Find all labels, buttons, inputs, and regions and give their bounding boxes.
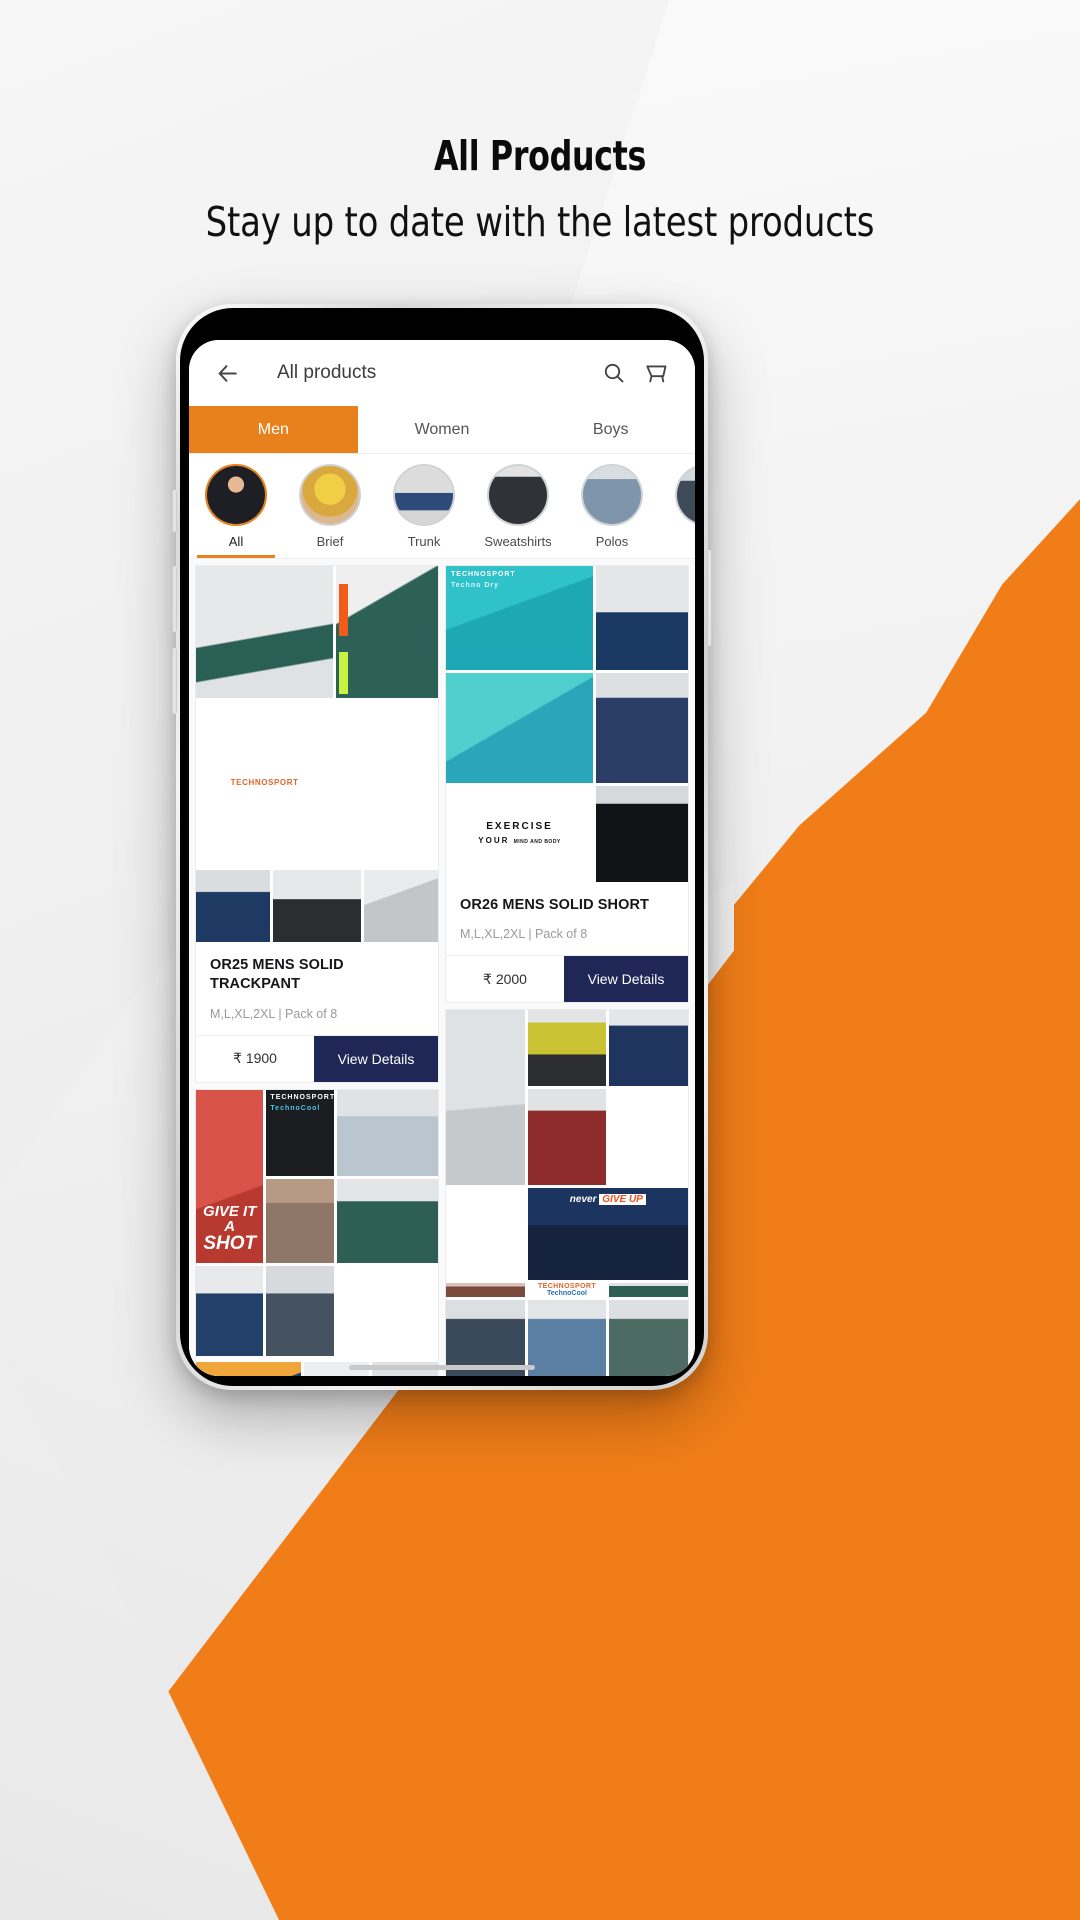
phone-button-mute xyxy=(172,490,177,532)
product-footer: ₹ 1900 View Details xyxy=(196,1034,438,1082)
collage-tile xyxy=(336,1089,438,1176)
collage-tile xyxy=(527,1089,607,1186)
shopping-cart-icon xyxy=(645,364,666,382)
collage-tile: TECHNOSPORT TechnoCool xyxy=(527,1283,607,1298)
subcategory-thumb xyxy=(205,464,267,526)
collage-tile xyxy=(266,1178,334,1263)
product-scroll-area[interactable]: TECHNOSPORT NEVER GIVE UP xyxy=(189,559,695,1376)
product-image-collage: TECHNOSPORT Techno Dry EXERCISE YOUR MIND… xyxy=(446,566,688,882)
category-tabs[interactable]: Men Women Boys xyxy=(189,406,695,454)
product-image-collage: TECHNOSPORT TechnoCool GIVE IT A SHOT xyxy=(196,1089,438,1376)
app-bar: All products xyxy=(189,340,695,406)
collage-tile xyxy=(446,1010,525,1186)
subcategory-all[interactable]: All xyxy=(189,464,283,558)
tab-women[interactable]: Women xyxy=(358,406,527,453)
tab-men[interactable]: Men xyxy=(189,406,358,453)
subcategory-thumb xyxy=(675,464,695,526)
search-icon xyxy=(604,363,624,383)
collage-tile: EXERCISE YOUR MIND AND BODY xyxy=(446,786,594,882)
subcategory-label: Polos xyxy=(595,534,629,549)
collage-tile xyxy=(266,1265,334,1356)
collage-tile xyxy=(272,870,362,942)
page-title: All Products xyxy=(433,132,647,180)
subcategory-thumb xyxy=(393,464,455,526)
collage-tile xyxy=(196,566,334,698)
product-image-collage: never GIVE UP TECHNOSPORT TechnoCool xyxy=(446,1010,688,1376)
collage-tile xyxy=(336,1178,438,1263)
product-info: OR25 MENS SOLID TRACKPANT M,L,XL,2XL | P… xyxy=(196,942,438,1021)
cart-button[interactable] xyxy=(635,352,677,394)
subcategory-polos[interactable]: Polos xyxy=(565,464,659,558)
collage-tile: GIVE IT A SHOT xyxy=(196,1089,264,1263)
collage-tile xyxy=(609,1010,688,1087)
phone-button-power xyxy=(707,550,712,646)
product-grid: TECHNOSPORT NEVER GIVE UP xyxy=(189,559,695,1376)
product-title: OR26 MENS SOLID SHORT xyxy=(460,897,650,913)
product-column-right: TECHNOSPORT Techno Dry EXERCISE YOUR MIND… xyxy=(445,565,689,1376)
product-variants: M,L,XL,2XL | Pack of 8 xyxy=(460,927,588,942)
app-bar-title: All products xyxy=(277,362,377,383)
tab-boys[interactable]: Boys xyxy=(526,406,695,453)
phone-screen: All products Men Women Boys All Brief Tr… xyxy=(189,340,695,1376)
collage-tile xyxy=(527,1010,607,1087)
active-indicator xyxy=(197,555,275,558)
subcategory-label: All xyxy=(228,534,244,549)
product-card[interactable]: never GIVE UP TECHNOSPORT TechnoCool xyxy=(445,1009,689,1376)
promo-heading-block: All Products Stay up to date with the la… xyxy=(0,132,1080,246)
phone-mockup: All products Men Women Boys All Brief Tr… xyxy=(172,304,712,1390)
subcategory-partial[interactable]: G xyxy=(659,464,695,558)
view-details-button[interactable]: View Details xyxy=(314,1035,438,1082)
subcategory-strip[interactable]: All Brief Trunk Sweatshirts Polos xyxy=(189,454,695,559)
collage-tile xyxy=(596,566,688,670)
subcategory-label: Brief xyxy=(316,534,344,549)
subcategory-thumb xyxy=(487,464,549,526)
subcategory-sweatshirts[interactable]: Sweatshirts xyxy=(471,464,565,558)
subcategory-label: Sweatshirts xyxy=(484,534,552,549)
collage-tile xyxy=(336,566,438,698)
subcategory-brief[interactable]: Brief xyxy=(283,464,377,558)
collage-tile: never GIVE UP xyxy=(527,1188,688,1281)
horizontal-scrollbar[interactable] xyxy=(349,1365,535,1370)
subcategory-trunk[interactable]: Trunk xyxy=(377,464,471,558)
collage-tile xyxy=(364,870,438,942)
collage-tile xyxy=(596,673,688,783)
collage-tile xyxy=(596,786,688,882)
product-footer: ₹ 2000 View Details xyxy=(446,955,688,1003)
collage-tile xyxy=(527,1300,607,1376)
search-button[interactable] xyxy=(593,352,635,394)
subcategory-thumb xyxy=(581,464,643,526)
back-button[interactable] xyxy=(207,353,247,393)
collage-tile: TECHNOSPORT xyxy=(196,701,334,864)
product-info: OR26 MENS SOLID SHORT M,L,XL,2XL | Pack … xyxy=(446,882,688,941)
collage-tile xyxy=(609,1300,688,1376)
subcategory-thumb xyxy=(299,464,361,526)
phone-button-volume-down xyxy=(172,648,177,714)
collage-tile: TECHNOSPORT TechnoCool xyxy=(266,1089,334,1176)
product-variants: M,L,XL,2XL | Pack of 8 xyxy=(210,1006,338,1021)
collage-tile xyxy=(196,1361,301,1376)
collage-tile xyxy=(196,1265,264,1356)
collage-tile xyxy=(446,1283,525,1298)
collage-tile xyxy=(446,673,594,783)
product-column-left: TECHNOSPORT NEVER GIVE UP xyxy=(195,565,439,1376)
collage-tile xyxy=(609,1283,688,1298)
collage-tile xyxy=(196,870,270,942)
product-price: ₹ 1900 xyxy=(233,1050,277,1067)
collage-tile: TECHNOSPORT Techno Dry xyxy=(446,566,594,670)
subcategory-label: Trunk xyxy=(407,534,441,549)
phone-button-volume-up xyxy=(172,566,177,632)
arrow-left-icon xyxy=(218,364,237,382)
product-image-collage: TECHNOSPORT NEVER GIVE UP xyxy=(196,566,438,942)
view-details-button[interactable]: View Details xyxy=(564,956,688,1003)
product-card[interactable]: TECHNOSPORT Techno Dry EXERCISE YOUR MIND… xyxy=(445,565,689,1004)
product-price: ₹ 2000 xyxy=(483,970,527,987)
page-subtitle: Stay up to date with the latest products xyxy=(205,198,875,246)
product-card[interactable]: TECHNOSPORT NEVER GIVE UP xyxy=(195,565,439,1083)
product-card[interactable]: TECHNOSPORT TechnoCool GIVE IT A SHOT xyxy=(195,1088,439,1376)
product-title: OR25 MENS SOLID TRACKPANT xyxy=(210,957,344,993)
